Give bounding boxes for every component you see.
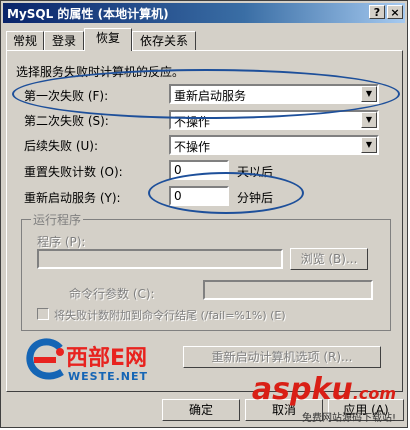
watermark-text: aspku bbox=[251, 372, 353, 407]
ok-button[interactable]: 确定 bbox=[162, 399, 240, 421]
watermark-suffix: .com bbox=[352, 384, 396, 403]
aspku-watermark: aspku.com 免费网站源码下载站! bbox=[251, 372, 396, 425]
weste-logo: 西部E网 WESTE.NET bbox=[26, 336, 176, 388]
weste-e-icon bbox=[26, 338, 64, 380]
tab-recovery[interactable]: 恢复 bbox=[84, 28, 132, 51]
logo-subtext: WESTE.NET bbox=[68, 370, 148, 383]
tab-login[interactable]: 登录 bbox=[44, 31, 84, 50]
help-button[interactable]: ? bbox=[369, 5, 385, 19]
watermark-subtext: 免费网站源码下载站! bbox=[301, 413, 396, 424]
tab-general[interactable]: 常规 bbox=[6, 31, 44, 50]
title-bar: MySQL 的属性 (本地计算机) ? × bbox=[3, 3, 405, 23]
logo-text: 西部E网 bbox=[66, 346, 148, 371]
close-button[interactable]: × bbox=[387, 5, 403, 19]
tab-dependencies[interactable]: 依存关系 bbox=[132, 31, 196, 50]
window-title: MySQL 的属性 (本地计算机) bbox=[7, 7, 169, 21]
